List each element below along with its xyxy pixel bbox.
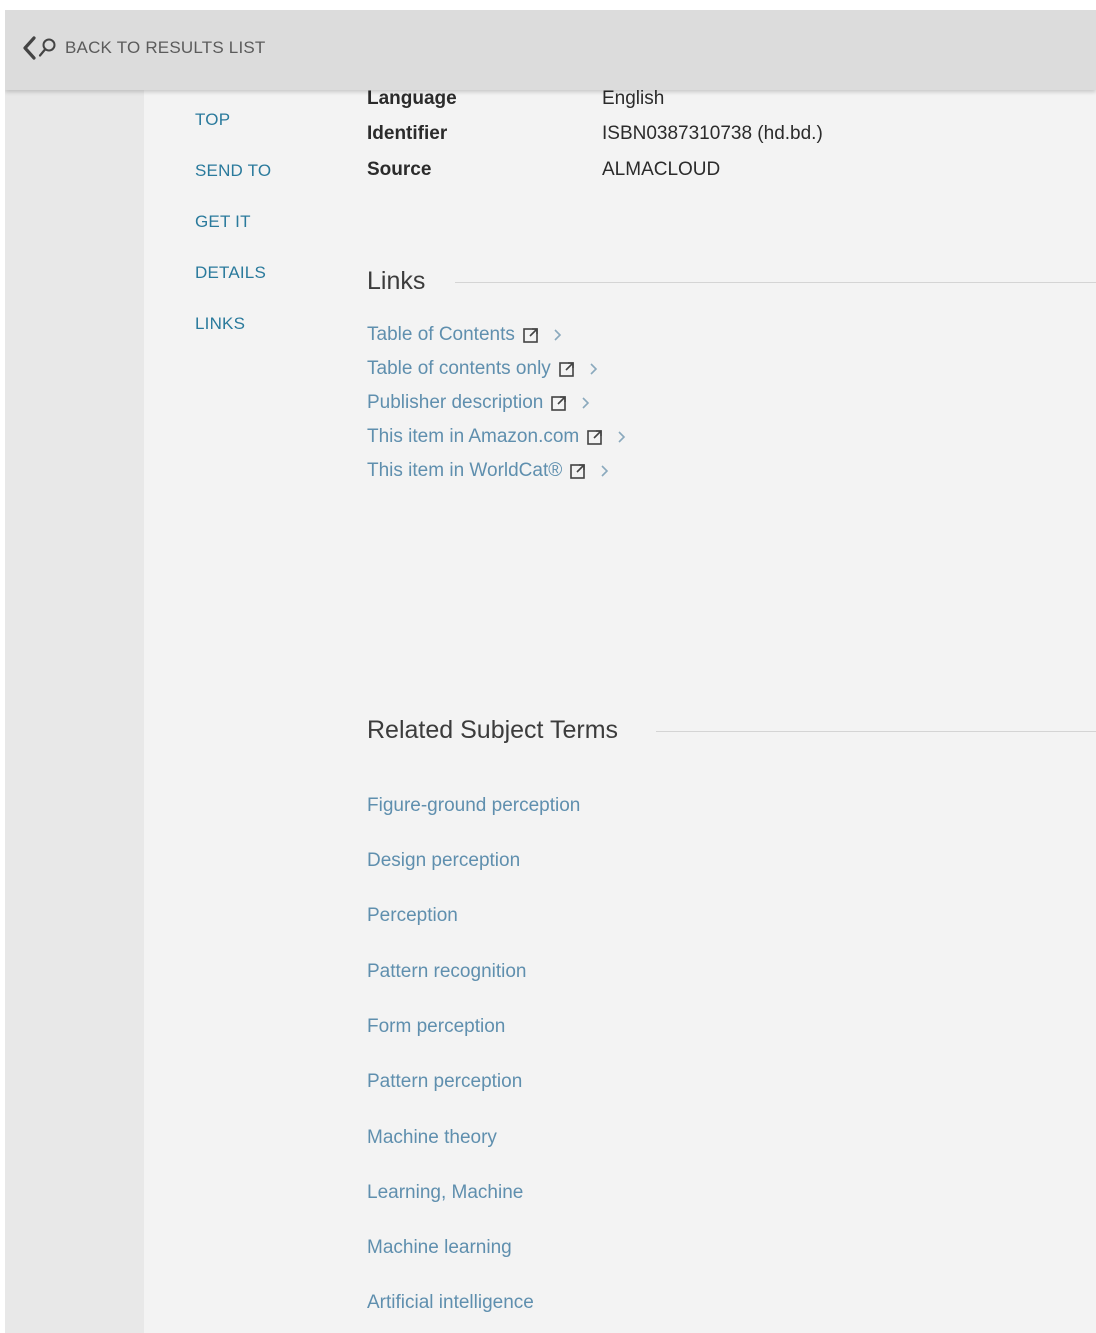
links-section-title: Links: [367, 267, 426, 295]
subject-term[interactable]: Artificial intelligence: [367, 1292, 534, 1314]
topbar: BACK TO RESULTS LIST: [5, 10, 1096, 90]
external-link-icon: [550, 394, 568, 412]
external-link-icon: [558, 360, 576, 378]
detail-label: Identifier: [367, 123, 448, 144]
link-label: Publisher description: [367, 392, 544, 413]
subject-term[interactable]: Machine learning: [367, 1237, 512, 1259]
nav-details[interactable]: DETAILS: [195, 263, 266, 283]
link-label: This item in WorldCat®: [367, 460, 563, 481]
detail-label: Source: [367, 159, 432, 180]
chevron-right-icon: [588, 362, 598, 376]
external-link-icon: [586, 428, 604, 446]
external-link-icon: [522, 326, 540, 344]
external-link-icon: [569, 462, 587, 480]
subject-term[interactable]: Design perception: [367, 850, 520, 872]
detail-value: ALMACLOUD: [602, 159, 721, 180]
page: BACK TO RESULTS LIST TOP SEND TO GET IT …: [5, 10, 1096, 1333]
subject-term[interactable]: Perception: [367, 905, 458, 927]
nav-send-to[interactable]: SEND TO: [195, 161, 271, 181]
chevron-right-icon: [552, 328, 562, 342]
subjects-section-title: Related Subject Terms: [367, 716, 619, 744]
link-publisher-description[interactable]: Publisher description: [367, 392, 590, 414]
left-gutter: [5, 10, 144, 1333]
link-table-of-contents-only[interactable]: Table of contents only: [367, 358, 598, 380]
detail-label: Language: [367, 88, 457, 109]
subject-term[interactable]: Pattern perception: [367, 1071, 522, 1093]
back-to-results-label: BACK TO RESULTS LIST: [65, 38, 266, 57]
subject-term[interactable]: Learning, Machine: [367, 1182, 523, 1204]
subject-term[interactable]: Figure-ground perception: [367, 795, 580, 817]
link-label: This item in Amazon.com: [367, 426, 580, 447]
nav-links[interactable]: LINKS: [195, 314, 245, 334]
detail-value: ISBN0387310738 (hd.bd.): [602, 123, 823, 144]
nav-get-it[interactable]: GET IT: [195, 212, 251, 232]
back-to-results-button[interactable]: BACK TO RESULTS LIST: [21, 32, 266, 64]
link-label: Table of Contents: [367, 324, 515, 345]
chevron-right-icon: [599, 464, 609, 478]
link-label: Table of contents only: [367, 358, 551, 379]
record-content: Language English Identifier ISBN03873107…: [367, 10, 1096, 1333]
nav-top[interactable]: TOP: [195, 110, 230, 130]
link-amazon[interactable]: This item in Amazon.com: [367, 426, 626, 448]
link-worldcat[interactable]: This item in WorldCat®: [367, 460, 609, 482]
search-icon: [38, 38, 56, 57]
subjects-divider: [656, 731, 1096, 732]
subject-term[interactable]: Pattern recognition: [367, 961, 527, 983]
links-divider: [455, 282, 1096, 283]
detail-value: English: [602, 88, 665, 109]
chevron-left-icon: [23, 36, 36, 60]
link-table-of-contents[interactable]: Table of Contents: [367, 324, 562, 346]
back-icons: [21, 35, 57, 61]
chevron-right-icon: [616, 430, 626, 444]
subject-term[interactable]: Machine theory: [367, 1127, 497, 1149]
subject-term[interactable]: Form perception: [367, 1016, 505, 1038]
chevron-right-icon: [580, 396, 590, 410]
